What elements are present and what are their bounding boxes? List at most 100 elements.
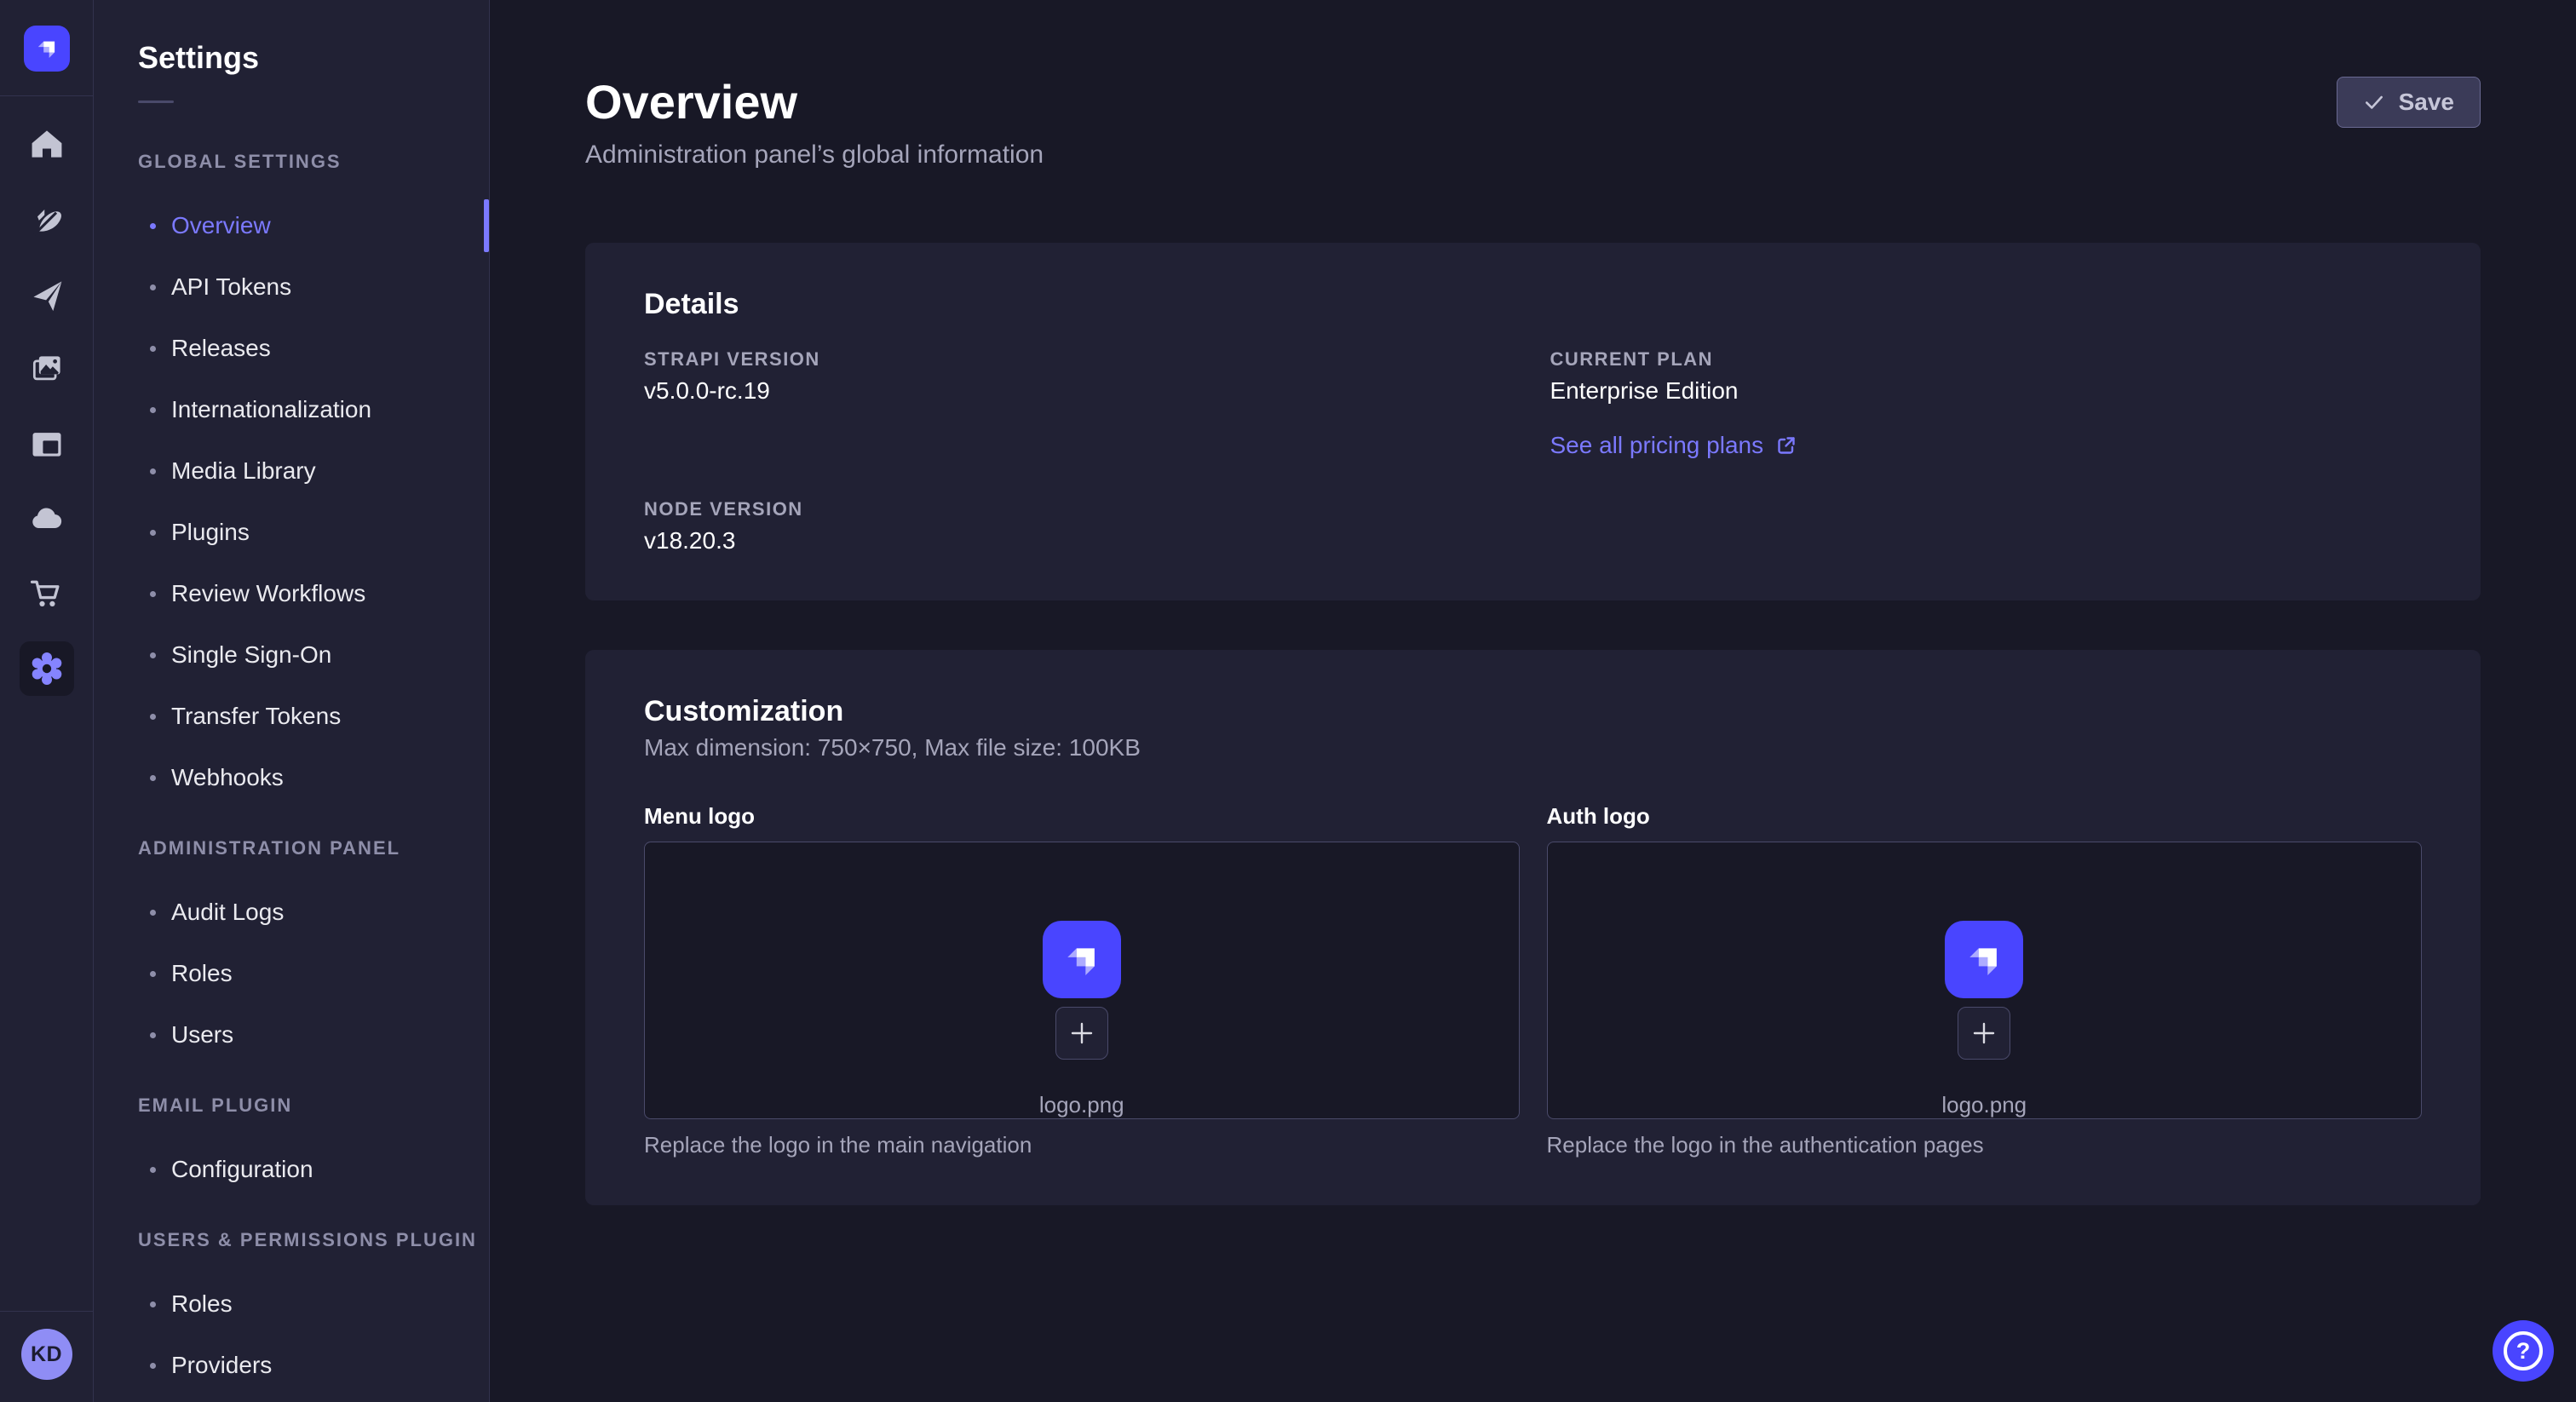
menu-logo-add-button[interactable]	[1055, 1007, 1108, 1060]
auth-logo-label: Auth logo	[1547, 803, 2423, 829]
subnav-item-label: Providers	[171, 1352, 272, 1379]
section-label-email-plugin: EMAIL PLUGIN	[138, 1095, 489, 1117]
main-nav-rail: KD	[0, 0, 94, 1402]
page-title: Overview	[585, 75, 1044, 129]
subnav-item-review-workflows[interactable]: Review Workflows	[94, 563, 489, 624]
bullet-icon	[150, 284, 156, 290]
auth-logo-preview	[1945, 921, 2023, 998]
subnav-item-label: Users	[171, 1021, 233, 1049]
save-button-label: Save	[2399, 89, 2454, 116]
customization-card-title: Customization	[644, 694, 2422, 728]
nav-list-email-plugin: Configuration	[94, 1139, 489, 1200]
subnav-item-label: Webhooks	[171, 764, 284, 791]
bullet-icon	[150, 1301, 156, 1307]
menu-logo-filename: logo.png	[1039, 1092, 1124, 1118]
subnav-item-label: Audit Logs	[171, 899, 284, 926]
auth-logo-field: Auth logo	[1547, 803, 2423, 1158]
help-button[interactable]: ?	[2493, 1320, 2554, 1382]
settings-subnav: Settings GLOBAL SETTINGS Overview API To…	[94, 0, 490, 1402]
layout-icon	[28, 425, 66, 463]
section-label-administration-panel: ADMINISTRATION PANEL	[138, 837, 489, 859]
bullet-icon	[150, 1167, 156, 1173]
subnav-item-admin-users[interactable]: Users	[94, 1004, 489, 1066]
subnav-item-overview[interactable]: Overview	[94, 195, 489, 256]
external-link-icon	[1775, 434, 1797, 457]
node-version-value: v18.20.3	[644, 526, 1533, 556]
menu-logo-dropzone[interactable]: logo.png	[644, 842, 1520, 1119]
subnav-item-label: Configuration	[171, 1156, 313, 1183]
subnav-item-media-library[interactable]: Media Library	[94, 440, 489, 502]
settings-button[interactable]	[20, 641, 74, 696]
subnav-item-label: Single Sign-On	[171, 641, 331, 669]
details-col-left: STRAPI VERSION v5.0.0-rc.19 NODE VERSION…	[644, 348, 1533, 556]
subnav-item-up-roles[interactable]: Roles	[94, 1273, 489, 1335]
node-version-field: NODE VERSION v18.20.3	[644, 498, 1533, 556]
subnav-item-label: Media Library	[171, 457, 316, 485]
rail-bottom: KD	[0, 1311, 93, 1402]
page-subtitle: Administration panel’s global informatio…	[585, 140, 1044, 170]
subnav-item-api-tokens[interactable]: API Tokens	[94, 256, 489, 318]
subnav-item-transfer-tokens[interactable]: Transfer Tokens	[94, 686, 489, 747]
bullet-icon	[150, 223, 156, 229]
details-card-title: Details	[644, 287, 2422, 321]
home-button[interactable]	[20, 117, 74, 171]
subnav-divider	[138, 101, 174, 103]
logo-uploads: Menu logo	[644, 803, 2422, 1158]
feather-icon	[28, 200, 66, 238]
bullet-icon	[150, 1363, 156, 1369]
pricing-plans-link[interactable]: See all pricing plans	[1550, 430, 1798, 461]
subnav-item-label: Overview	[171, 212, 271, 239]
subnav-item-internationalization[interactable]: Internationalization	[94, 379, 489, 440]
workspace-logo-wrap	[0, 0, 93, 96]
bullet-icon	[150, 346, 156, 352]
releases-button[interactable]	[20, 267, 74, 321]
subnav-item-webhooks[interactable]: Webhooks	[94, 747, 489, 808]
question-mark-icon: ?	[2504, 1331, 2543, 1370]
nav-list-users-permissions: Roles Providers	[94, 1273, 489, 1396]
subnav-title: Settings	[138, 39, 489, 77]
strapi-logo[interactable]	[24, 26, 70, 72]
details-card: Details STRAPI VERSION v5.0.0-rc.19 NODE…	[585, 243, 2481, 600]
subnav-item-up-providers[interactable]: Providers	[94, 1335, 489, 1396]
subnav-item-admin-roles[interactable]: Roles	[94, 943, 489, 1004]
bullet-icon	[150, 971, 156, 977]
subnav-item-label: Transfer Tokens	[171, 703, 341, 730]
customization-card: Customization Max dimension: 750×750, Ma…	[585, 650, 2481, 1205]
cloud-button[interactable]	[20, 491, 74, 546]
bullet-icon	[150, 775, 156, 781]
auth-logo-add-button[interactable]	[1958, 1007, 2010, 1060]
content-type-builder-button[interactable]	[20, 417, 74, 471]
media-library-button[interactable]	[20, 342, 74, 396]
content-manager-button[interactable]	[20, 192, 74, 246]
auth-logo-dropzone[interactable]: logo.png	[1547, 842, 2423, 1119]
subnav-item-single-sign-on[interactable]: Single Sign-On	[94, 624, 489, 686]
save-button[interactable]: Save	[2337, 77, 2481, 128]
nav-list-global-settings: Overview API Tokens Releases Internation…	[94, 195, 489, 808]
strapi-version-label: STRAPI VERSION	[644, 348, 1533, 371]
current-plan-field: CURRENT PLAN Enterprise Edition	[1550, 348, 2423, 406]
plus-icon	[1069, 1020, 1095, 1046]
auth-logo-filename: logo.png	[1941, 1092, 2027, 1118]
user-avatar[interactable]: KD	[21, 1329, 72, 1380]
bullet-icon	[150, 468, 156, 474]
bullet-icon	[150, 652, 156, 658]
page-header-text: Overview Administration panel’s global i…	[585, 75, 1044, 170]
subnav-item-audit-logs[interactable]: Audit Logs	[94, 882, 489, 943]
strapi-logo-icon	[31, 32, 63, 65]
home-icon	[28, 125, 66, 163]
marketplace-button[interactable]	[20, 566, 74, 621]
cart-icon	[28, 575, 66, 612]
bullet-icon	[150, 1032, 156, 1038]
main-content: Overview Administration panel’s global i…	[490, 0, 2576, 1402]
check-icon	[2363, 91, 2385, 113]
menu-logo-hint: Replace the logo in the main navigation	[644, 1132, 1520, 1158]
subnav-item-plugins[interactable]: Plugins	[94, 502, 489, 563]
subnav-item-label: Review Workflows	[171, 580, 365, 607]
subnav-item-label: Roles	[171, 1290, 233, 1318]
page-header: Overview Administration panel’s global i…	[585, 0, 2481, 170]
subnav-item-label: Roles	[171, 960, 233, 987]
subnav-item-releases[interactable]: Releases	[94, 318, 489, 379]
plus-icon	[1971, 1020, 1997, 1046]
subnav-item-email-configuration[interactable]: Configuration	[94, 1139, 489, 1200]
pricing-plans-link-label: See all pricing plans	[1550, 430, 1764, 461]
